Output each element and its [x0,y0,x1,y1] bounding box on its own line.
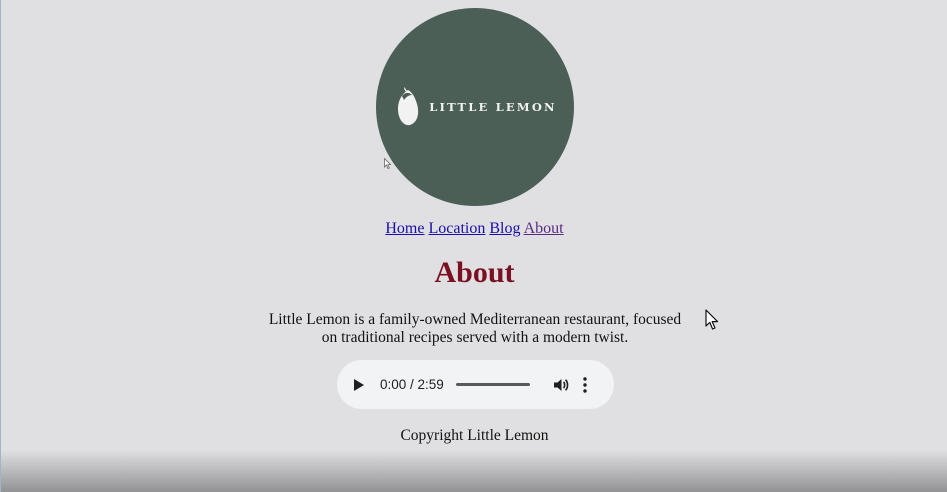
mouse-cursor-icon [705,309,719,330]
lemon-icon [398,87,419,126]
page-heading: About [434,256,515,289]
main-nav: Home Location Blog About [1,220,947,238]
nav-blog-link[interactable]: Blog [489,220,520,237]
logo-text: LITTLE LEMON [429,100,557,114]
page: LITTLE LEMON Home Location Blog About Ab… [0,0,947,492]
audio-progress-bar[interactable] [456,383,530,386]
nav-about-link[interactable]: About [524,220,564,237]
copyright-text: Copyright Little Lemon [400,427,549,444]
play-icon[interactable] [354,378,364,391]
nav-home-link[interactable]: Home [385,220,424,237]
more-vert-icon[interactable] [583,376,587,393]
logo-inner: LITTLE LEMON [395,86,557,128]
about-description: Little Lemon is a family-owned Mediterra… [268,311,682,346]
bottom-shadow [1,450,947,492]
nav-location-link[interactable]: Location [428,220,485,237]
volume-icon[interactable] [553,377,569,393]
logo: LITTLE LEMON [376,8,574,206]
audio-time: 0:00 / 2:59 [380,377,444,392]
audio-player[interactable]: 0:00 / 2:59 [337,360,614,409]
cursor-small-icon [384,158,391,169]
